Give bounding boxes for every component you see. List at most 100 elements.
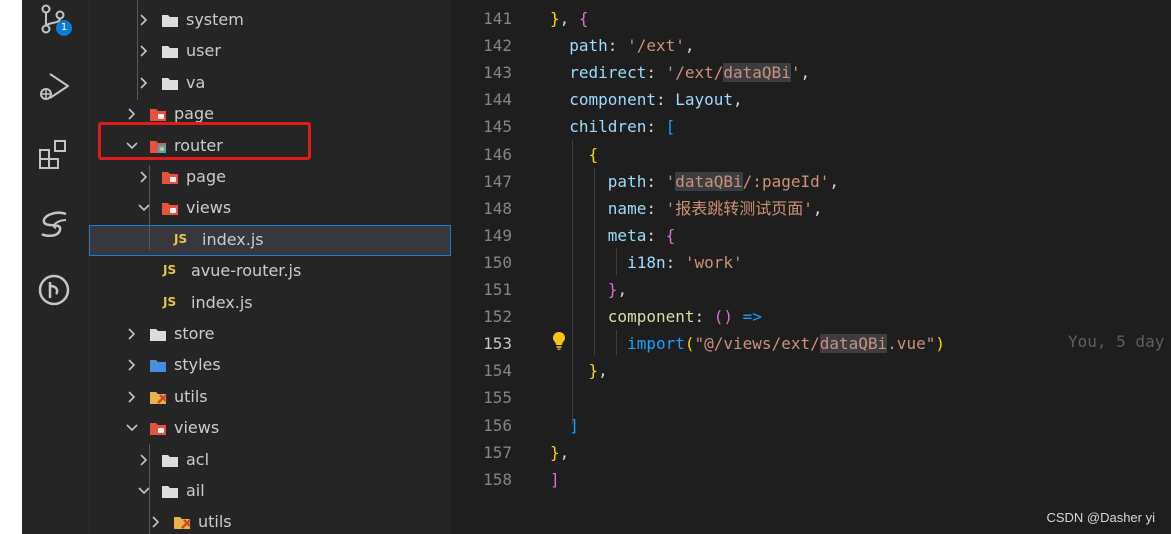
code-line[interactable]: }, xyxy=(550,276,627,303)
item-label: utils xyxy=(174,386,208,406)
folder-item-utils[interactable]: utils xyxy=(89,507,451,534)
code-token: , xyxy=(829,171,840,191)
code-token: '/ext' xyxy=(627,36,685,56)
chevron-right-icon[interactable] xyxy=(125,390,139,404)
code-line[interactable]: i18n: 'work' xyxy=(550,249,743,276)
indent-guide xyxy=(594,168,595,355)
code-line[interactable]: meta: { xyxy=(550,222,675,249)
source-control-icon[interactable]: 1 xyxy=(36,2,72,38)
code-token: : xyxy=(655,90,676,110)
code-token: , xyxy=(800,63,811,83)
javascript-file-icon: JS xyxy=(163,263,177,278)
chevron-right-icon[interactable] xyxy=(125,107,139,121)
code-line[interactable]: children: [ xyxy=(550,113,675,140)
folder-item-views[interactable]: views xyxy=(89,193,451,224)
line-number: 155 xyxy=(483,388,512,408)
code-token: path xyxy=(569,36,608,56)
item-label: acl xyxy=(186,449,210,469)
folder-item-store[interactable]: store xyxy=(89,319,451,350)
item-label: va xyxy=(186,72,206,92)
file-item-avue-router-js[interactable]: JS avue-router.js xyxy=(89,256,451,287)
chevron-right-icon[interactable] xyxy=(149,515,163,529)
code-token: () xyxy=(713,307,734,327)
chevron-right-icon[interactable] xyxy=(137,44,151,58)
chevron-right-icon[interactable] xyxy=(137,13,151,27)
run-debug-icon[interactable] xyxy=(36,68,72,104)
code-token: : xyxy=(646,117,666,137)
folder-item-styles[interactable]: styles xyxy=(89,350,451,381)
javascript-file-icon: JS xyxy=(174,231,188,246)
code-token: : xyxy=(646,171,666,191)
code-line[interactable]: { xyxy=(550,141,599,168)
code-token: component xyxy=(607,307,695,327)
code-token: "@/views/ext/ xyxy=(694,334,820,354)
file-item-index-js[interactable]: JS index.js xyxy=(89,224,451,256)
item-label: views xyxy=(186,198,232,218)
code-line[interactable]: path: '/ext', xyxy=(550,32,694,59)
folder-item-ail[interactable]: ail xyxy=(89,476,451,507)
code-editor[interactable]: You, 5 day 141}, {142 path: '/ext', 143 r… xyxy=(452,0,1171,534)
code-token: { xyxy=(588,144,599,164)
code-line[interactable]: ] xyxy=(550,466,560,493)
code-line[interactable]: component: Layout, xyxy=(550,86,742,113)
indent-guide xyxy=(616,248,617,275)
extensions-icon[interactable] xyxy=(36,136,72,172)
code-token: component xyxy=(569,90,656,110)
code-token: '报表跳转测试页面' xyxy=(665,198,813,218)
code-line[interactable]: redirect: '/ext/dataQBi', xyxy=(550,59,810,86)
code-line[interactable]: }, xyxy=(550,357,608,384)
code-token: : xyxy=(646,63,666,83)
code-token: i18n xyxy=(627,252,666,272)
code-line[interactable]: }, { xyxy=(550,5,589,32)
item-label: page xyxy=(186,167,226,186)
code-token: .vue" xyxy=(887,334,936,354)
chevron-down-icon[interactable] xyxy=(125,421,139,435)
chevron-right-icon[interactable] xyxy=(125,358,139,372)
code-token: => xyxy=(742,307,762,327)
code-line[interactable]: component: () => xyxy=(550,303,762,330)
code-token: { xyxy=(665,225,676,245)
folder-item-page[interactable]: page xyxy=(89,162,451,193)
tools-folder-icon xyxy=(149,390,167,405)
folder-item-system[interactable]: system xyxy=(89,5,451,36)
folder-item-acl[interactable]: acl xyxy=(89,445,451,476)
explorer-sidebar: system user va page router page views JS index.j… xyxy=(89,0,451,534)
code-token: path xyxy=(607,171,647,191)
folder-item-va[interactable]: va xyxy=(89,68,451,99)
code-token: : xyxy=(665,252,685,272)
code-token: dataQBi xyxy=(723,63,791,83)
code-token: : xyxy=(646,198,666,218)
code-line[interactable]: }, xyxy=(550,439,569,466)
sass-icon[interactable] xyxy=(36,206,72,242)
folder-orange-icon xyxy=(161,201,179,216)
chevron-right-icon[interactable] xyxy=(125,327,139,341)
line-number: 150 xyxy=(483,252,512,272)
code-line[interactable]: ] xyxy=(550,412,579,439)
code-line[interactable]: name: '报表跳转测试页面', xyxy=(550,195,823,222)
file-item-index-js[interactable]: JS index.js xyxy=(89,288,451,319)
line-number: 143 xyxy=(483,63,512,83)
code-token: ( xyxy=(684,334,695,354)
code-token: ' xyxy=(665,171,676,191)
code-line[interactable]: import("@/views/ext/dataQBi.vue") xyxy=(550,330,945,357)
item-label: index.js xyxy=(191,292,253,312)
line-number: 148 xyxy=(483,198,512,218)
chevron-right-icon[interactable] xyxy=(137,76,151,90)
folder-item-user[interactable]: user xyxy=(89,36,451,67)
item-label: user xyxy=(186,41,221,61)
folder-icon xyxy=(161,76,179,91)
line-number: 146 xyxy=(483,144,512,164)
git-graph-icon[interactable] xyxy=(36,272,72,308)
code-token: meta xyxy=(607,225,647,245)
code-token: : xyxy=(694,307,714,327)
code-token: , xyxy=(559,442,570,462)
item-label: page xyxy=(174,104,214,124)
folder-item-views[interactable]: views xyxy=(89,413,451,444)
folder-item-utils[interactable]: utils xyxy=(89,382,451,413)
code-token: redirect xyxy=(569,63,647,83)
